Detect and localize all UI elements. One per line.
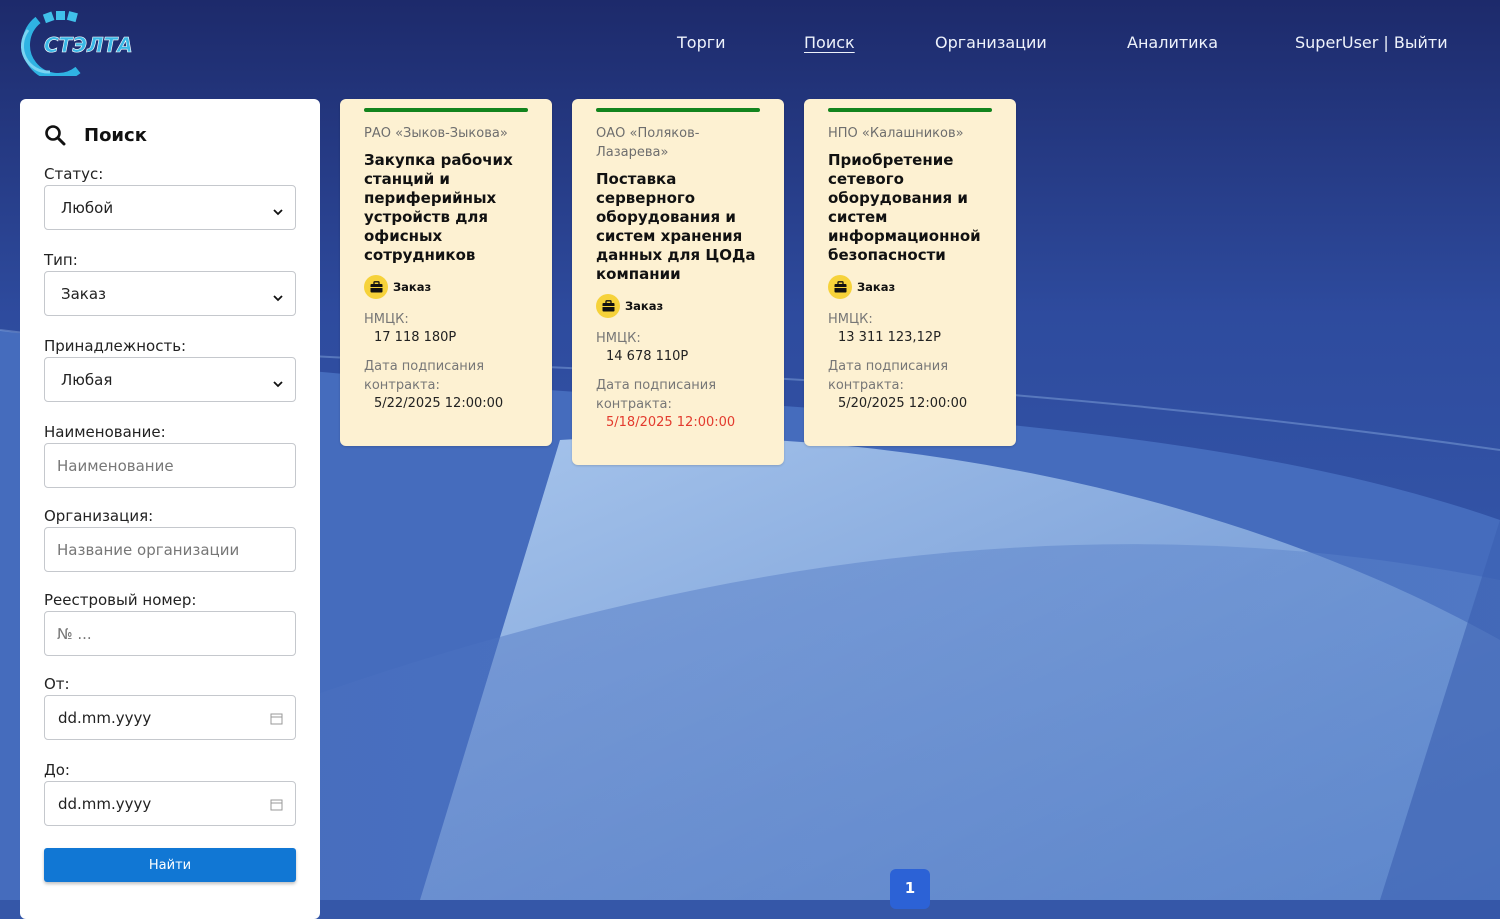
- card-date: 5/22/2025 12:00:00: [374, 396, 504, 411]
- card-price: 13 311 123,12Р: [838, 330, 941, 345]
- ownership-label: Принадлежность:: [44, 337, 187, 355]
- name-input[interactable]: Наименование: [44, 443, 296, 488]
- card-date-label: Дата подписания контракта:: [828, 359, 949, 393]
- nav-search[interactable]: Поиск: [804, 33, 855, 52]
- calendar-icon[interactable]: [270, 797, 283, 811]
- card-title: Поставка серверного оборудования и систе…: [596, 170, 756, 283]
- card-price-label: НМЦК:: [828, 312, 873, 327]
- from-date-label: От:: [44, 675, 70, 693]
- ownership-select-value: Любая: [61, 370, 113, 389]
- briefcase-icon: [828, 275, 852, 299]
- search-icon: [44, 124, 66, 146]
- card-type: Заказ: [828, 275, 895, 299]
- to-date-label: До:: [44, 761, 70, 779]
- card-date-label: Дата подписания контракта:: [596, 378, 717, 412]
- status-label: Статус:: [44, 165, 104, 183]
- chevron-down-icon: [273, 289, 283, 301]
- card-organization: НПО «Калашников»: [828, 126, 964, 141]
- tender-card[interactable]: РАО «Зыков-Зыкова» Закупка рабочих станц…: [340, 99, 552, 446]
- card-date: 5/18/2025 12:00:00: [606, 415, 736, 430]
- organization-label: Организация:: [44, 507, 154, 525]
- svg-text:СТЭЛТА: СТЭЛТА: [44, 33, 133, 57]
- nav-organizations[interactable]: Организации: [935, 33, 1047, 52]
- type-select-value: Заказ: [61, 284, 107, 303]
- card-title: Приобретение сетевого оборудования и сис…: [828, 151, 981, 264]
- card-date: 5/20/2025 12:00:00: [838, 396, 968, 411]
- chevron-down-icon: [273, 375, 283, 387]
- card-organization: ОАО «Поляков-Лазарева»: [596, 126, 700, 160]
- name-input-placeholder: Наименование: [57, 456, 174, 475]
- briefcase-icon: [596, 294, 620, 318]
- from-date-value: dd.mm.yyyy: [58, 708, 152, 727]
- company-logo[interactable]: СТЭЛТА: [20, 10, 145, 81]
- registry-input-placeholder: № ...: [57, 624, 92, 643]
- to-date-input[interactable]: dd.mm.yyyy: [44, 781, 296, 826]
- top-header: СТЭЛТА Торги Поиск Организации Аналитика…: [0, 0, 1500, 90]
- ownership-select[interactable]: Любая: [44, 357, 296, 402]
- organization-input[interactable]: Название организации: [44, 527, 296, 572]
- card-status-bar: [596, 108, 760, 112]
- type-label: Тип:: [44, 251, 78, 269]
- status-select-value: Любой: [61, 198, 114, 217]
- type-select[interactable]: Заказ: [44, 271, 296, 316]
- calendar-icon[interactable]: [270, 711, 283, 725]
- card-status-bar: [828, 108, 992, 112]
- tender-card[interactable]: ОАО «Поляков-Лазарева» Поставка серверно…: [572, 99, 784, 465]
- nav-torgi[interactable]: Торги: [677, 33, 726, 52]
- search-panel: Поиск Статус: Любой Тип: Заказ Принадлеж…: [20, 99, 320, 919]
- from-date-input[interactable]: dd.mm.yyyy: [44, 695, 296, 740]
- card-price-label: НМЦК:: [596, 331, 641, 346]
- search-panel-title: Поиск: [84, 124, 147, 146]
- card-date-label: Дата подписания контракта:: [364, 359, 485, 393]
- registry-input[interactable]: № ...: [44, 611, 296, 656]
- search-panel-header: Поиск: [44, 121, 147, 149]
- card-title: Закупка рабочих станций и периферийных у…: [364, 151, 513, 264]
- registry-label: Реестровый номер:: [44, 591, 197, 609]
- to-date-value: dd.mm.yyyy: [58, 794, 152, 813]
- card-price: 17 118 180Р: [374, 330, 457, 345]
- nav-analytics[interactable]: Аналитика: [1127, 33, 1218, 52]
- card-type-label: Заказ: [393, 280, 432, 294]
- name-label: Наименование:: [44, 423, 166, 441]
- card-type: Заказ: [596, 294, 663, 318]
- tender-card[interactable]: НПО «Калашников» Приобретение сетевого о…: [804, 99, 1016, 446]
- pagination-page-1[interactable]: 1: [890, 869, 930, 909]
- organization-input-placeholder: Название организации: [57, 540, 240, 559]
- card-organization: РАО «Зыков-Зыкова»: [364, 126, 508, 141]
- briefcase-icon: [364, 275, 388, 299]
- nav-user-logout[interactable]: SuperUser | Выйти: [1295, 33, 1448, 52]
- card-type-label: Заказ: [625, 299, 664, 313]
- find-button[interactable]: Найти: [44, 848, 296, 882]
- card-status-bar: [364, 108, 528, 112]
- card-price-label: НМЦК:: [364, 312, 409, 327]
- card-type: Заказ: [364, 275, 431, 299]
- card-price: 14 678 110Р: [606, 349, 689, 364]
- card-type-label: Заказ: [857, 280, 896, 294]
- status-select[interactable]: Любой: [44, 185, 296, 230]
- chevron-down-icon: [273, 203, 283, 215]
